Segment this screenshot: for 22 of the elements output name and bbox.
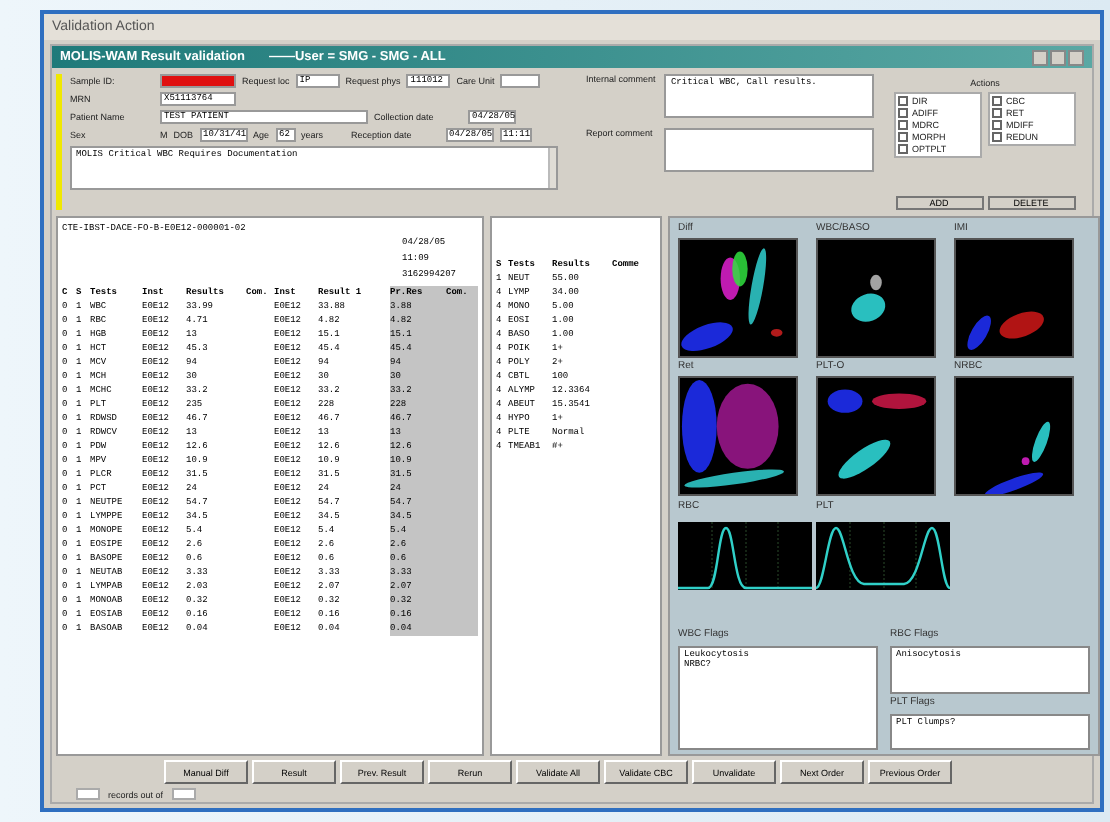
checkbox[interactable] <box>898 144 908 154</box>
scatter-plot <box>954 376 1074 496</box>
record-field[interactable] <box>76 788 100 800</box>
checkbox[interactable] <box>898 108 908 118</box>
checkbox[interactable] <box>992 108 1002 118</box>
checkbox[interactable] <box>992 132 1002 142</box>
scatter-plot <box>678 238 798 358</box>
checkbox[interactable] <box>992 96 1002 106</box>
checkbox[interactable] <box>992 120 1002 130</box>
record-total-field[interactable] <box>171 788 196 800</box>
checkbox[interactable] <box>898 132 908 142</box>
report-comment-field[interactable] <box>664 128 874 172</box>
histogram <box>816 522 950 590</box>
histogram <box>678 522 812 590</box>
scatter-plot <box>816 376 936 496</box>
scatter-plot <box>954 238 1074 358</box>
scatter-plot <box>678 376 798 496</box>
checkbox[interactable] <box>898 120 908 130</box>
sample-id-field[interactable] <box>160 74 236 88</box>
care-unit-field[interactable] <box>500 74 541 88</box>
scatter-plot <box>816 238 936 358</box>
checkbox[interactable] <box>898 96 908 106</box>
